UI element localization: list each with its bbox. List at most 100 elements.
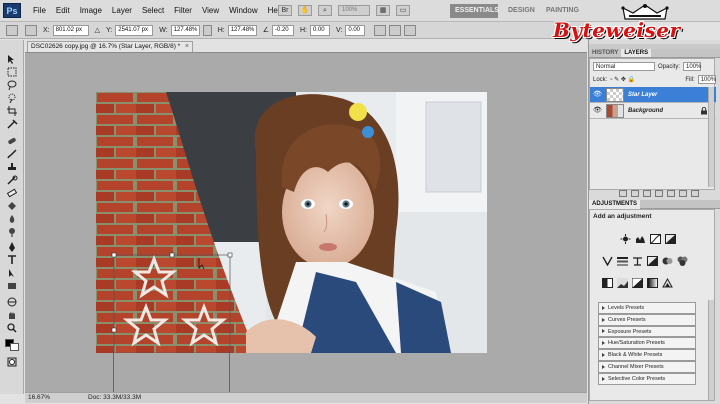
new-layer-icon[interactable] <box>679 190 687 197</box>
levels-icon[interactable] <box>635 234 646 244</box>
hand-tool-icon[interactable] <box>6 310 18 320</box>
transform-box-right-edge[interactable] <box>229 353 230 392</box>
zoom-tool-icon[interactable]: ⌕ <box>318 5 332 16</box>
link-icon[interactable] <box>202 24 212 36</box>
workspace-essentials-button[interactable]: ESSENTIALS <box>450 4 499 18</box>
quick-mask-icon[interactable] <box>6 357 18 367</box>
screen-mode-icon[interactable]: ▭ <box>396 5 410 16</box>
document-tab[interactable]: DSC02626 copy.jpg @ 16.7% (Star Layer, R… <box>27 41 193 52</box>
eye-icon[interactable]: 👁 <box>593 107 602 115</box>
link-layers-icon[interactable] <box>619 190 627 197</box>
menu-window[interactable]: Window <box>224 0 262 22</box>
vibrance-icon[interactable] <box>602 256 613 266</box>
hand-icon[interactable]: ✋ <box>298 5 312 16</box>
brightness-icon[interactable] <box>620 234 631 244</box>
height-input[interactable]: 127.48% <box>227 24 257 36</box>
presets-scrollbar[interactable] <box>708 300 714 400</box>
preset-curves[interactable]: Curves Presets <box>598 313 696 326</box>
healing-brush-tool-icon[interactable] <box>6 136 18 146</box>
commit-transform-icon[interactable] <box>404 24 417 36</box>
menu-filter[interactable]: Filter <box>169 0 197 22</box>
menu-select[interactable]: Select <box>137 0 169 22</box>
menu-image[interactable]: Image <box>75 0 107 22</box>
move-tool-icon[interactable] <box>6 54 18 64</box>
canvas-area[interactable] <box>25 52 587 392</box>
x-input[interactable]: 801.02 px <box>52 24 89 36</box>
curves-icon[interactable] <box>650 234 661 244</box>
pen-tool-icon[interactable] <box>6 242 18 252</box>
eraser-tool-icon[interactable] <box>6 188 18 198</box>
trash-icon[interactable] <box>691 190 699 197</box>
blend-mode-select[interactable]: Normal <box>593 62 655 71</box>
quick-selection-tool-icon[interactable] <box>6 93 18 103</box>
selective-color-icon[interactable] <box>662 278 673 288</box>
angle-input[interactable]: -0.20 <box>271 24 294 36</box>
threshold-icon[interactable] <box>632 278 643 288</box>
preset-selective-color[interactable]: Selective Color Presets <box>598 372 696 385</box>
cancel-transform-icon[interactable] <box>389 24 402 36</box>
brush-tool-icon[interactable] <box>6 149 18 159</box>
tab-history[interactable]: HISTORY <box>589 49 621 57</box>
color-swatches[interactable] <box>5 339 19 351</box>
bridge-button[interactable]: Br <box>278 5 292 16</box>
preset-black-white[interactable]: Black & White Presets <box>598 349 696 361</box>
type-tool-icon[interactable] <box>6 255 18 265</box>
eye-icon[interactable]: 👁 <box>593 91 602 99</box>
workspace-design-button[interactable]: DESIGN <box>503 4 540 18</box>
layer-style-icon[interactable] <box>631 190 639 197</box>
opacity-input[interactable]: 100% <box>683 62 701 71</box>
exposure-icon[interactable] <box>665 234 676 244</box>
eyedropper-tool-icon[interactable] <box>6 119 18 129</box>
preset-hue-saturation[interactable]: Hue/Saturation Presets <box>598 337 696 350</box>
crop-tool-icon[interactable] <box>6 106 18 116</box>
photo-canvas[interactable] <box>96 92 487 353</box>
black-white-icon[interactable] <box>647 256 658 266</box>
preset-channel-mixer[interactable]: Channel Mixer Presets <box>598 360 696 373</box>
color-balance-icon[interactable] <box>632 256 643 266</box>
shape-tool-icon[interactable] <box>6 281 18 291</box>
background-color-swatch[interactable] <box>10 343 19 351</box>
hue-saturation-icon[interactable] <box>617 256 628 266</box>
dodge-tool-icon[interactable] <box>6 227 18 237</box>
channel-mixer-icon[interactable] <box>677 256 688 266</box>
tab-layers[interactable]: LAYERS <box>621 49 652 57</box>
invert-icon[interactable] <box>602 278 613 288</box>
clone-stamp-tool-icon[interactable] <box>6 162 18 172</box>
gradient-map-icon[interactable] <box>647 278 658 288</box>
arrange-icon[interactable]: ▦ <box>376 5 390 16</box>
transform-box-left-edge[interactable] <box>113 353 114 392</box>
path-selection-tool-icon[interactable] <box>6 268 18 278</box>
blur-tool-icon[interactable] <box>6 214 18 224</box>
photo-filter-icon[interactable] <box>662 256 673 266</box>
3d-rotate-tool-icon[interactable] <box>6 297 18 307</box>
adjustment-layer-icon[interactable] <box>655 190 663 197</box>
warp-mode-icon[interactable] <box>374 24 387 36</box>
close-icon[interactable]: × <box>185 42 189 52</box>
zoom-level-dropdown[interactable]: 100% <box>338 5 370 16</box>
layer-row-star-layer[interactable]: 👁 Star Layer <box>590 87 716 103</box>
layer-row-background[interactable]: 👁 Background <box>590 103 716 119</box>
vertical-skew-input[interactable]: 0.00 <box>345 24 366 36</box>
reference-point-icon[interactable] <box>25 24 37 36</box>
status-zoom[interactable]: 16.67% <box>28 393 50 403</box>
lock-icons[interactable]: ▫ ✎ ✥ 🔒 <box>610 76 652 83</box>
y-input[interactable]: 2541.07 px <box>115 24 154 36</box>
lasso-tool-icon[interactable] <box>6 80 18 90</box>
layer-mask-icon[interactable] <box>643 190 651 197</box>
paint-bucket-tool-icon[interactable] <box>6 201 18 211</box>
preset-exposure[interactable]: Exposure Presets <box>598 325 696 338</box>
menu-layer[interactable]: Layer <box>107 0 137 22</box>
menu-file[interactable]: File <box>28 0 51 22</box>
marquee-tool-icon[interactable] <box>6 67 18 77</box>
layers-scrollbar[interactable] <box>708 87 714 187</box>
width-input[interactable]: 127.48% <box>170 24 200 36</box>
menu-edit[interactable]: Edit <box>51 0 75 22</box>
fill-input[interactable]: 100% <box>697 75 716 84</box>
group-icon[interactable] <box>667 190 675 197</box>
history-brush-tool-icon[interactable] <box>6 175 18 185</box>
posterize-icon[interactable] <box>617 278 628 288</box>
horizontal-skew-input[interactable]: 0.00 <box>309 24 330 36</box>
menu-view[interactable]: View <box>197 0 224 22</box>
preset-levels[interactable]: Levels Presets <box>598 302 696 314</box>
zoom-icon[interactable] <box>6 323 18 333</box>
